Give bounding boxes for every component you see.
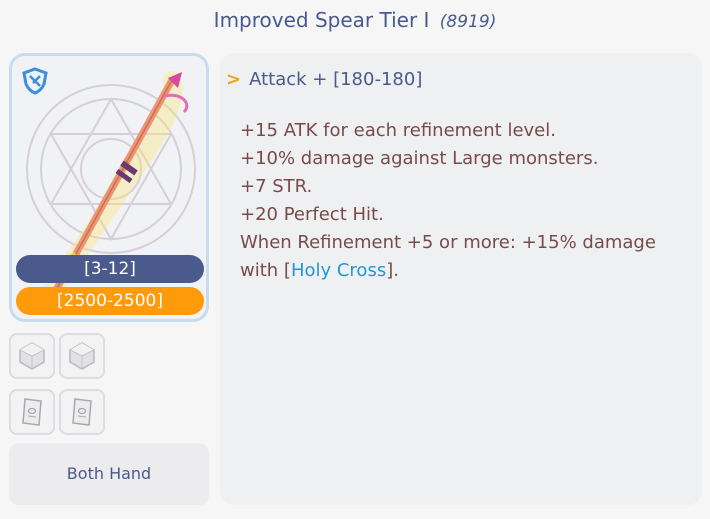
description-text-suffix: ]. [386, 260, 399, 281]
description-text: +15 ATK for each refinement level. +10% … [240, 117, 656, 285]
description-line: +15 ATK for each refinement level. [240, 120, 556, 141]
item-title: Improved Spear Tier I (8919) [0, 8, 710, 32]
item-id: (8919) [439, 12, 497, 32]
card-slot-4[interactable] [59, 389, 105, 435]
card-slot-2[interactable] [59, 333, 105, 379]
description-text-prefix: with [ [240, 260, 291, 281]
description-line: When Refinement +5 or more: +15% damage [240, 232, 656, 253]
card-slot-3[interactable] [9, 389, 55, 435]
description-line: +10% damage against Large monsters. [240, 148, 599, 169]
card-slot-gem-icon [19, 342, 45, 370]
description-panel: > Attack + [180-180] +15 ATK for each ref… [220, 53, 702, 505]
attack-stat: > Attack + [180-180] [226, 69, 422, 90]
attack-text: Attack + [180-180] [249, 69, 423, 90]
description-line: with [Holy Cross]. [240, 257, 656, 285]
level-range-badge: [3-12] [16, 255, 204, 283]
skill-link-holy-cross[interactable]: Holy Cross [291, 260, 386, 281]
card-slot-scroll-icon [22, 398, 42, 426]
card-slot-1[interactable] [9, 333, 55, 379]
price-range-badge: [2500-2500] [16, 287, 204, 315]
item-card: [3-12] [2500-2500] [9, 53, 209, 322]
equip-hand-label: Both Hand [9, 443, 209, 505]
description-line: +20 Perfect Hit. [240, 204, 384, 225]
card-slot-gem-icon [69, 342, 95, 370]
chevron-right-icon: > [226, 69, 242, 90]
card-slot-scroll-icon [72, 398, 92, 426]
description-line: +7 STR. [240, 176, 313, 197]
item-name: Improved Spear Tier I [213, 8, 430, 32]
shield-icon [22, 67, 48, 95]
